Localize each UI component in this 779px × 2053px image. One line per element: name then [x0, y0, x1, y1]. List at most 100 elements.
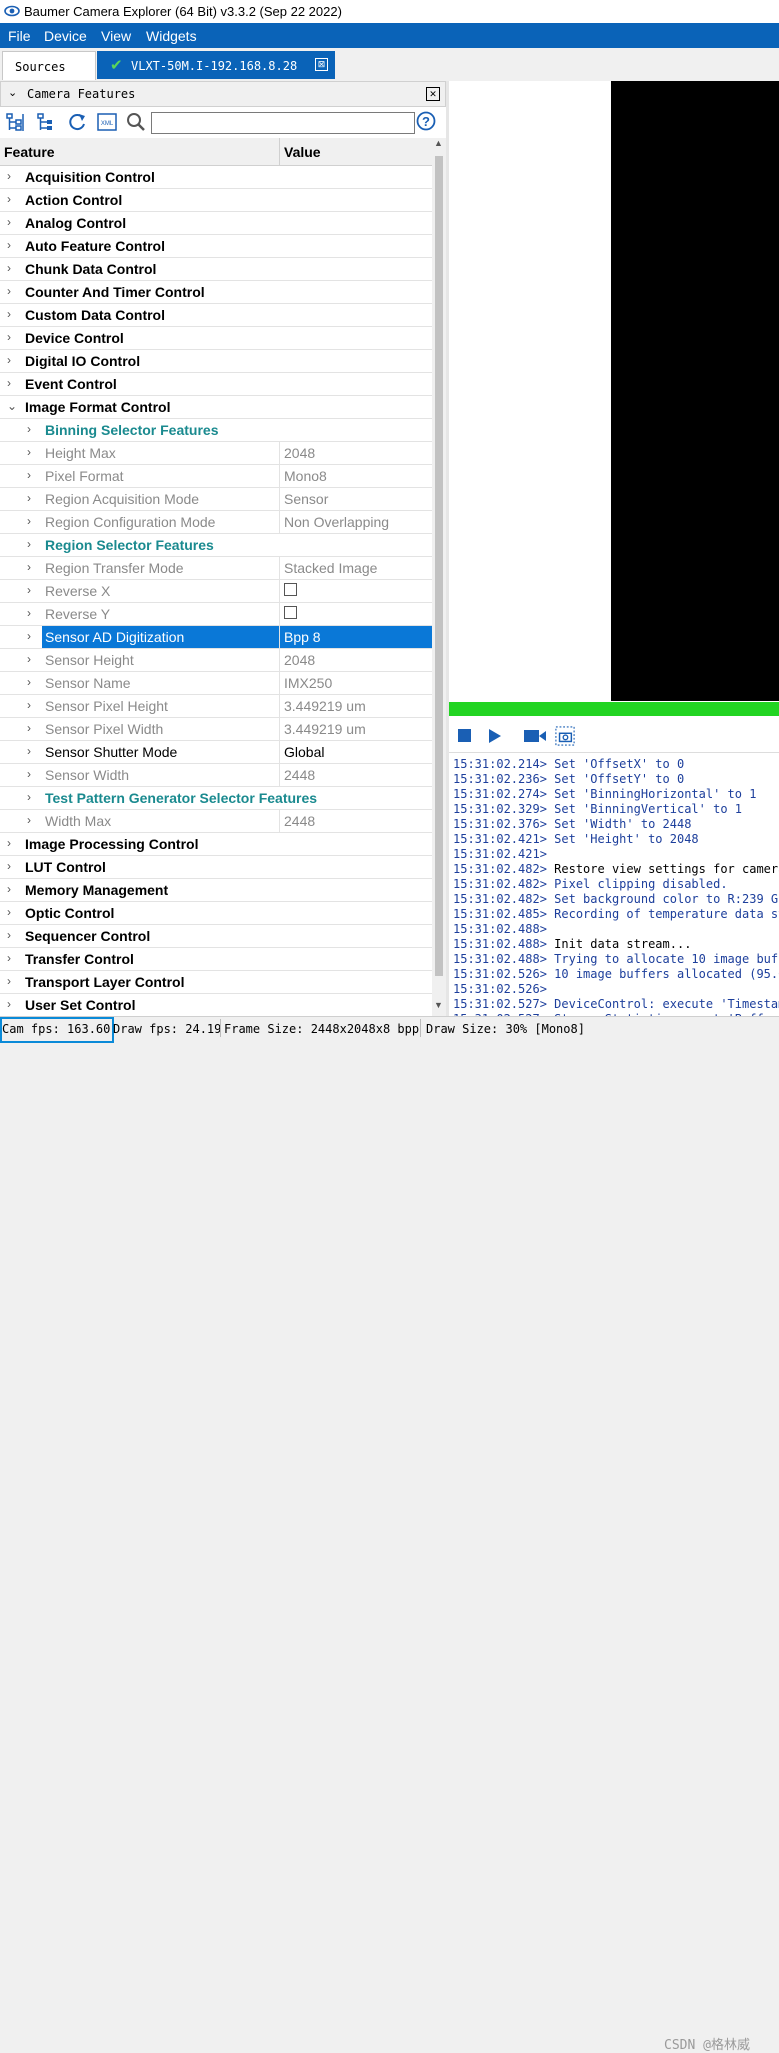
- chevron-right-icon[interactable]: ›: [7, 882, 11, 896]
- stop-icon[interactable]: [455, 726, 475, 746]
- feature-row[interactable]: › Binning Selector Features: [0, 419, 432, 442]
- menu-widgets[interactable]: Widgets: [146, 28, 197, 44]
- expand-tree-icon[interactable]: [5, 111, 27, 133]
- chevron-right-icon[interactable]: ›: [27, 629, 31, 643]
- feature-row[interactable]: › Optic Control: [0, 902, 432, 925]
- search-input[interactable]: [151, 112, 415, 134]
- search-icon[interactable]: [125, 111, 147, 133]
- feature-row[interactable]: › Test Pattern Generator Selector Feature…: [0, 787, 432, 810]
- feature-row[interactable]: › User Set Control: [0, 994, 432, 1016]
- chevron-right-icon[interactable]: ›: [7, 284, 11, 298]
- chevron-right-icon[interactable]: ›: [27, 767, 31, 781]
- chevron-right-icon[interactable]: ›: [27, 790, 31, 804]
- feature-value[interactable]: [279, 580, 432, 602]
- tab-camera[interactable]: ✔ VLXT-50M.I-192.168.8.28 ⊠: [97, 51, 335, 79]
- chevron-right-icon[interactable]: ›: [27, 652, 31, 666]
- feature-row[interactable]: › Digital IO Control: [0, 350, 432, 373]
- feature-row[interactable]: › Sensor Pixel Height 3.449219 um: [0, 695, 432, 718]
- chevron-right-icon[interactable]: ›: [7, 376, 11, 390]
- chevron-right-icon[interactable]: ›: [27, 445, 31, 459]
- feature-value[interactable]: 2048: [279, 649, 432, 671]
- chevron-down-icon[interactable]: ⌄: [7, 399, 17, 413]
- feature-row[interactable]: › Sensor Pixel Width 3.449219 um: [0, 718, 432, 741]
- chevron-right-icon[interactable]: ›: [27, 560, 31, 574]
- chevron-right-icon[interactable]: ›: [7, 238, 11, 252]
- features-scrollbar[interactable]: ▲ ▼: [432, 138, 446, 1016]
- checkbox[interactable]: [284, 583, 297, 596]
- column-header-feature[interactable]: Feature: [0, 138, 279, 166]
- feature-value[interactable]: Mono8: [279, 465, 432, 487]
- feature-row[interactable]: › Region Transfer Mode Stacked Image: [0, 557, 432, 580]
- chevron-right-icon[interactable]: ›: [27, 583, 31, 597]
- feature-row[interactable]: › Pixel Format Mono8: [0, 465, 432, 488]
- chevron-right-icon[interactable]: ›: [7, 928, 11, 942]
- collapse-icon[interactable]: ⌄: [8, 86, 17, 99]
- feature-value[interactable]: [279, 603, 432, 625]
- feature-row[interactable]: › Transfer Control: [0, 948, 432, 971]
- chevron-right-icon[interactable]: ›: [7, 859, 11, 873]
- chevron-right-icon[interactable]: ›: [7, 974, 11, 988]
- feature-row[interactable]: › Device Control: [0, 327, 432, 350]
- menu-view[interactable]: View: [101, 28, 131, 44]
- chevron-right-icon[interactable]: ›: [7, 905, 11, 919]
- snapshot-icon[interactable]: [554, 726, 576, 746]
- feature-value[interactable]: 3.449219 um: [279, 695, 432, 717]
- feature-row[interactable]: › Transport Layer Control: [0, 971, 432, 994]
- xml-icon[interactable]: XML: [96, 111, 118, 133]
- feature-row[interactable]: › Width Max 2448: [0, 810, 432, 833]
- scroll-up-icon[interactable]: ▲: [434, 138, 443, 148]
- chevron-right-icon[interactable]: ›: [7, 951, 11, 965]
- chevron-right-icon[interactable]: ›: [27, 491, 31, 505]
- feature-row[interactable]: › Sensor Shutter Mode Global: [0, 741, 432, 764]
- feature-row[interactable]: › Height Max 2048: [0, 442, 432, 465]
- feature-row[interactable]: › Custom Data Control: [0, 304, 432, 327]
- chevron-right-icon[interactable]: ›: [7, 169, 11, 183]
- close-panel-icon[interactable]: ✕: [426, 87, 440, 101]
- feature-row[interactable]: › Sensor Width 2448: [0, 764, 432, 787]
- video-record-icon[interactable]: [522, 726, 548, 746]
- feature-row[interactable]: › Region Acquisition Mode Sensor: [0, 488, 432, 511]
- chevron-right-icon[interactable]: ›: [7, 836, 11, 850]
- feature-row[interactable]: › Sensor Name IMX250: [0, 672, 432, 695]
- feature-row[interactable]: › Image Processing Control: [0, 833, 432, 856]
- feature-row[interactable]: › Acquisition Control: [0, 166, 432, 189]
- chevron-right-icon[interactable]: ›: [7, 330, 11, 344]
- play-icon[interactable]: [485, 726, 505, 746]
- feature-value[interactable]: Global: [279, 741, 432, 763]
- chevron-right-icon[interactable]: ›: [7, 997, 11, 1011]
- close-tab-icon[interactable]: ⊠: [315, 58, 328, 71]
- scrollbar-thumb[interactable]: [435, 156, 443, 976]
- feature-row[interactable]: › Region Configuration Mode Non Overlappin…: [0, 511, 432, 534]
- feature-row[interactable]: › Memory Management: [0, 879, 432, 902]
- chevron-right-icon[interactable]: ›: [27, 721, 31, 735]
- chevron-right-icon[interactable]: ›: [27, 698, 31, 712]
- column-header-value[interactable]: Value: [279, 138, 432, 166]
- feature-row[interactable]: › Region Selector Features: [0, 534, 432, 557]
- feature-value[interactable]: 2448: [279, 764, 432, 786]
- chevron-right-icon[interactable]: ›: [27, 514, 31, 528]
- chevron-right-icon[interactable]: ›: [27, 606, 31, 620]
- feature-row[interactable]: › Counter And Timer Control: [0, 281, 432, 304]
- feature-row[interactable]: ⌄ Image Format Control: [0, 396, 432, 419]
- tab-sources[interactable]: Sources: [2, 51, 96, 80]
- chevron-right-icon[interactable]: ›: [7, 215, 11, 229]
- feature-row[interactable]: › Sequencer Control: [0, 925, 432, 948]
- chevron-right-icon[interactable]: ›: [27, 422, 31, 436]
- chevron-right-icon[interactable]: ›: [7, 192, 11, 206]
- chevron-right-icon[interactable]: ›: [27, 813, 31, 827]
- feature-row[interactable]: › Action Control: [0, 189, 432, 212]
- feature-value[interactable]: 3.449219 um: [279, 718, 432, 740]
- chevron-right-icon[interactable]: ›: [27, 744, 31, 758]
- chevron-right-icon[interactable]: ›: [7, 353, 11, 367]
- chevron-right-icon[interactable]: ›: [7, 261, 11, 275]
- feature-row[interactable]: › Reverse Y: [0, 603, 432, 626]
- feature-row[interactable]: › Reverse X: [0, 580, 432, 603]
- menu-file[interactable]: File: [8, 28, 31, 44]
- feature-row[interactable]: › Analog Control: [0, 212, 432, 235]
- feature-value[interactable]: 2448: [279, 810, 432, 832]
- feature-value[interactable]: Sensor: [279, 488, 432, 510]
- feature-row[interactable]: › Chunk Data Control: [0, 258, 432, 281]
- camera-image[interactable]: [611, 81, 779, 701]
- feature-row[interactable]: › Sensor AD Digitization Bpp 8: [0, 626, 432, 649]
- scroll-down-icon[interactable]: ▼: [434, 1000, 443, 1010]
